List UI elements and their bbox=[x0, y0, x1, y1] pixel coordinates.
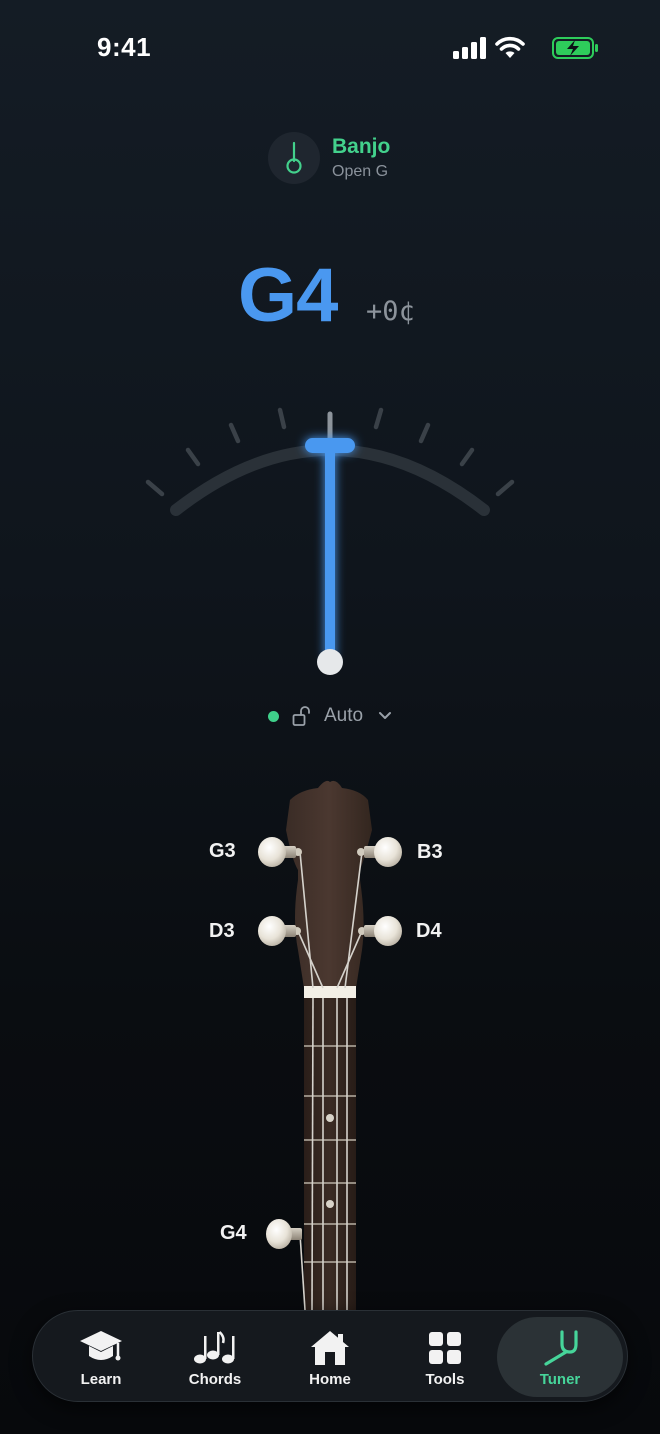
string-label-b3[interactable]: B3 bbox=[417, 841, 443, 864]
string-label-d4[interactable]: D4 bbox=[416, 920, 442, 943]
banjo-icon bbox=[268, 132, 320, 184]
mode-label: Auto bbox=[324, 705, 364, 726]
tuner-needle bbox=[305, 438, 355, 660]
status-time: 9:41 bbox=[97, 32, 152, 62]
instrument-selector[interactable]: Banjo Open G bbox=[268, 132, 448, 184]
home-icon bbox=[308, 1327, 352, 1369]
tab-label: Home bbox=[309, 1371, 351, 1388]
status-bar: 9:41 bbox=[0, 0, 660, 96]
tab-chords[interactable]: Chords bbox=[157, 1317, 273, 1397]
signal-icon bbox=[453, 37, 486, 59]
needle-pivot bbox=[317, 649, 343, 675]
chevron-down-icon bbox=[379, 712, 391, 719]
grid-icon bbox=[427, 1327, 463, 1369]
battery-charging-icon bbox=[552, 37, 598, 59]
string-label-g3[interactable]: G3 bbox=[209, 840, 236, 863]
tab-label: Tools bbox=[425, 1371, 465, 1388]
tab-label: Chords bbox=[188, 1371, 242, 1388]
mode-selector[interactable]: Auto bbox=[264, 703, 404, 731]
music-notes-icon bbox=[192, 1327, 238, 1369]
cents-offset: +0¢ bbox=[366, 296, 415, 327]
tab-home[interactable]: Home bbox=[272, 1317, 388, 1397]
graduation-cap-icon bbox=[78, 1327, 124, 1369]
unlock-icon bbox=[292, 706, 310, 726]
tuning-fork-icon bbox=[540, 1327, 580, 1369]
instrument-name: Banjo bbox=[332, 135, 391, 158]
tab-label: Tuner bbox=[539, 1371, 581, 1388]
tab-tools[interactable]: Tools bbox=[387, 1317, 503, 1397]
status-dot bbox=[268, 711, 279, 722]
detected-note: G4 bbox=[238, 253, 338, 338]
tuner-meter bbox=[145, 407, 515, 675]
fret-marker bbox=[326, 1114, 334, 1122]
banjo-headstock bbox=[258, 780, 402, 1310]
instrument-tuning: Open G bbox=[332, 163, 389, 180]
nut bbox=[304, 986, 356, 998]
tab-bar: Learn Chords Home Tools Tuner bbox=[32, 1310, 628, 1402]
fret-marker bbox=[326, 1200, 334, 1208]
wifi-icon bbox=[495, 36, 525, 58]
headstock-body bbox=[286, 780, 372, 988]
tab-learn[interactable]: Learn bbox=[43, 1317, 159, 1397]
tab-label: Learn bbox=[80, 1371, 122, 1388]
string-label-g4[interactable]: G4 bbox=[220, 1222, 247, 1245]
string-label-d3[interactable]: D3 bbox=[209, 920, 235, 943]
tab-tuner[interactable]: Tuner bbox=[497, 1317, 623, 1397]
